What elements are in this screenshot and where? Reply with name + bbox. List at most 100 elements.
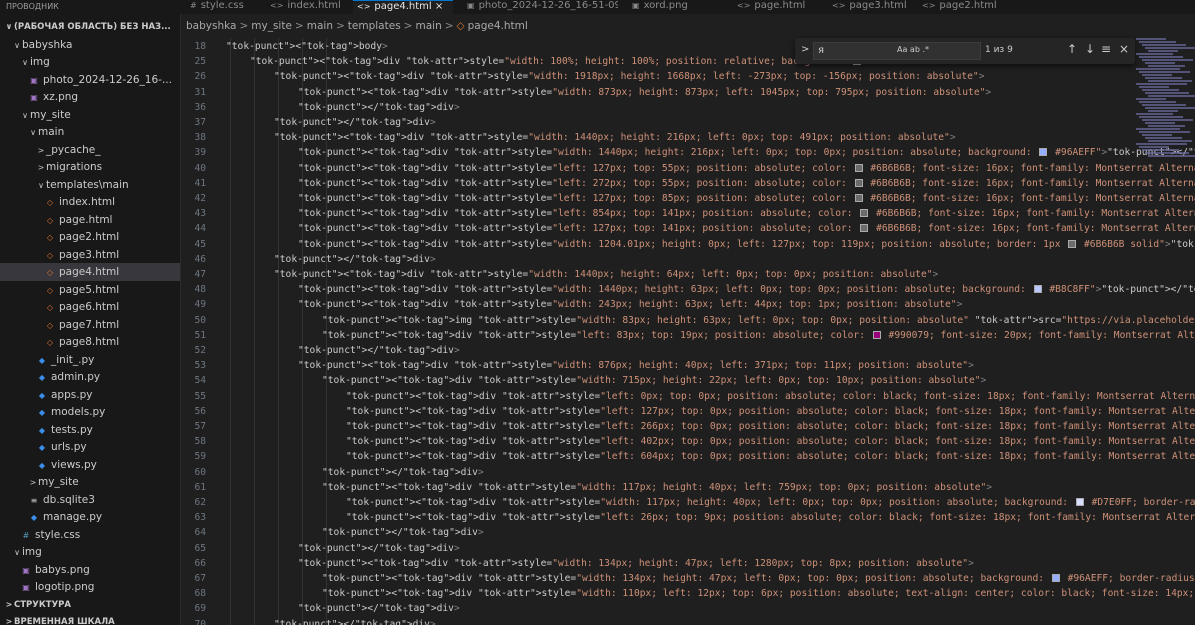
tree-item[interactable]: ◆ admin.py [0, 368, 180, 386]
color-swatch[interactable] [1051, 574, 1060, 582]
tree-item[interactable]: ◇ index.html [0, 193, 180, 211]
tree-item[interactable]: ◇ page7.html [0, 316, 180, 334]
tree-item[interactable]: ◆ manage.py [0, 508, 180, 526]
tree-item[interactable]: ◇ page8.html [0, 333, 180, 351]
breadcrumb-item[interactable]: templates [348, 20, 401, 32]
tree-item[interactable]: # style.css [0, 526, 180, 544]
tree-item[interactable]: ▣ logotip.png [0, 578, 180, 596]
tree-item[interactable]: ∨ main [0, 123, 180, 141]
tree-item[interactable]: ◆ views.py [0, 456, 180, 474]
tree-item[interactable]: ◆ apps.py [0, 386, 180, 404]
explorer-header: ПРОВОДНИК [0, 0, 180, 14]
tab-2[interactable]: <> page4.html × [353, 0, 453, 14]
code-text: "tok-punct"></"tok-tag">div> [322, 466, 484, 478]
code-text: "tok-punct"><"tok-tag">div "tok-attr">st… [274, 269, 939, 280]
code-text: "tok-punct"><"tok-tag">div "tok-attr">st… [298, 193, 1195, 204]
tree-item[interactable]: ∨ babyshka [0, 36, 180, 54]
find-options[interactable]: Aa ab .* [897, 45, 929, 54]
color-swatch[interactable] [854, 178, 863, 187]
find-in-selection-icon[interactable]: ≡ [1101, 42, 1111, 56]
code-text: "tok-punct"><"tok-tag">div "tok-attr">st… [298, 223, 1195, 235]
tree-item[interactable]: > СТРУКТУРА [0, 596, 180, 614]
tree-item[interactable]: ◆ tests.py [0, 421, 180, 439]
tab-4[interactable]: ▣ xord.png [628, 0, 723, 14]
tab-label: photo_2024-12-26_16-51-09.jpg [478, 0, 618, 11]
file-type-icon: <> [832, 1, 846, 10]
code-text: "tok-punct"></"tok-tag">div> [298, 345, 460, 356]
tab-7[interactable]: <> page2.html [918, 0, 1008, 14]
tree-item-label: page6.html [59, 301, 120, 313]
tree-item-label: views.py [51, 458, 97, 471]
tree-item[interactable]: ∨ img [0, 543, 180, 561]
color-swatch[interactable] [1068, 239, 1077, 248]
code-text: "tok-punct"></"tok-tag">div> [274, 253, 436, 265]
previous-match-icon[interactable]: ↑ [1067, 42, 1077, 56]
code-line[interactable]: 70 "tok-punct"></"tok-tag">div> [182, 616, 1195, 625]
color-swatch[interactable] [1039, 148, 1048, 157]
tree-item[interactable]: ≡ db.sqlite3 [0, 491, 180, 509]
color-swatch[interactable] [854, 194, 863, 202]
toggle-replace-chevron-icon[interactable]: > [801, 44, 809, 55]
code-text: "tok-punct"><"tok-tag">div "tok-attr">st… [346, 405, 1195, 417]
tree-item[interactable]: ▣ xz.png [0, 88, 180, 106]
color-swatch[interactable] [854, 163, 863, 172]
color-swatch[interactable] [872, 330, 881, 339]
chevron-right-icon: > [37, 145, 45, 155]
minimap-line [1145, 152, 1189, 154]
minimap-line [1142, 149, 1179, 151]
code-text: "tok-punct"></"tok-tag">div> [274, 618, 436, 625]
tab-label: style.css [200, 0, 244, 11]
minimap-line [1142, 119, 1193, 121]
breadcrumb-file[interactable]: page4.html [468, 20, 528, 32]
tree-item[interactable]: ∨ templates\main [0, 176, 180, 194]
code-text: "tok-punct"><"tok-tag">div "tok-attr">st… [346, 390, 1195, 402]
tab-label: page2.html [939, 0, 997, 11]
minimap-line [1139, 71, 1190, 73]
tree-item[interactable]: ∨ img [0, 53, 180, 71]
minimap[interactable] [1132, 38, 1195, 158]
tree-item[interactable]: ◇ page4.html [0, 263, 180, 281]
breadcrumb-item[interactable]: my_site [251, 20, 292, 32]
tab-0[interactable]: # style.css [186, 0, 256, 14]
tree-item[interactable]: ▣ photo_2024-12-26_16-... [0, 71, 180, 89]
tree-item-label: db.sqlite3 [43, 493, 95, 506]
tree-item[interactable]: > migrations [0, 158, 180, 176]
chevron-down-icon: ∨ [22, 110, 28, 120]
minimap-line [1136, 113, 1173, 115]
tree-item[interactable]: > ВРЕМЕННАЯ ШКАЛА [0, 613, 180, 625]
minimap-line [1142, 74, 1172, 76]
color-swatch[interactable] [1033, 285, 1042, 294]
color-swatch[interactable] [860, 209, 869, 218]
color-swatch[interactable] [1075, 498, 1084, 506]
tree-item[interactable]: ◆ models.py [0, 403, 180, 421]
minimap-line [1136, 68, 1180, 70]
close-find-icon[interactable]: × [1119, 42, 1129, 56]
tree-item[interactable]: ◇ page5.html [0, 281, 180, 299]
tree-item[interactable]: ◆ urls.py [0, 438, 180, 456]
code-text: "tok-punct"><"tok-tag">div "tok-attr">st… [274, 132, 956, 144]
breadcrumb-item[interactable]: main [415, 20, 441, 32]
tree-item[interactable]: ∨ my_site [0, 106, 180, 124]
minimap-line [1139, 86, 1169, 88]
tree-item[interactable]: > my_site [0, 473, 180, 491]
tree-item-label: index.html [59, 196, 115, 208]
breadcrumb-item[interactable]: main [307, 20, 333, 32]
tab-1[interactable]: <> index.html [266, 0, 346, 14]
tree-item[interactable]: ◇ page.html [0, 211, 180, 229]
tab-6[interactable]: <> page3.html [828, 0, 913, 14]
tab-3[interactable]: ▣photo_2024-12-26_16-51-09.jpg [463, 0, 618, 14]
color-swatch[interactable] [860, 224, 869, 233]
code-editor[interactable]: 18 "tok-punct"><"tok-tag">body> 25 "tok-pun… [182, 38, 1195, 625]
tree-item[interactable]: > _pycache_ [0, 141, 180, 159]
tree-item[interactable]: ◇ page6.html [0, 298, 180, 316]
tree-item[interactable]: ◇ page3.html [0, 246, 180, 264]
code-text: "tok-punct"><"tok-tag">div "tok-attr">st… [346, 497, 1195, 508]
breadcrumb-item[interactable]: babyshka [186, 20, 236, 32]
tree-item[interactable]: ∨ (РАБОЧАЯ ОБЛАСТЬ) БЕЗ НАЗ... [0, 18, 180, 36]
tree-item[interactable]: ◆ _init_.py [0, 351, 180, 369]
tab-5[interactable]: <> page.html [733, 0, 823, 14]
tree-item[interactable]: ◇ page2.html [0, 228, 180, 246]
tree-item-label: migrations [46, 161, 103, 173]
next-match-icon[interactable]: ↓ [1085, 42, 1095, 56]
tree-item[interactable]: ▣ babys.png [0, 561, 180, 579]
